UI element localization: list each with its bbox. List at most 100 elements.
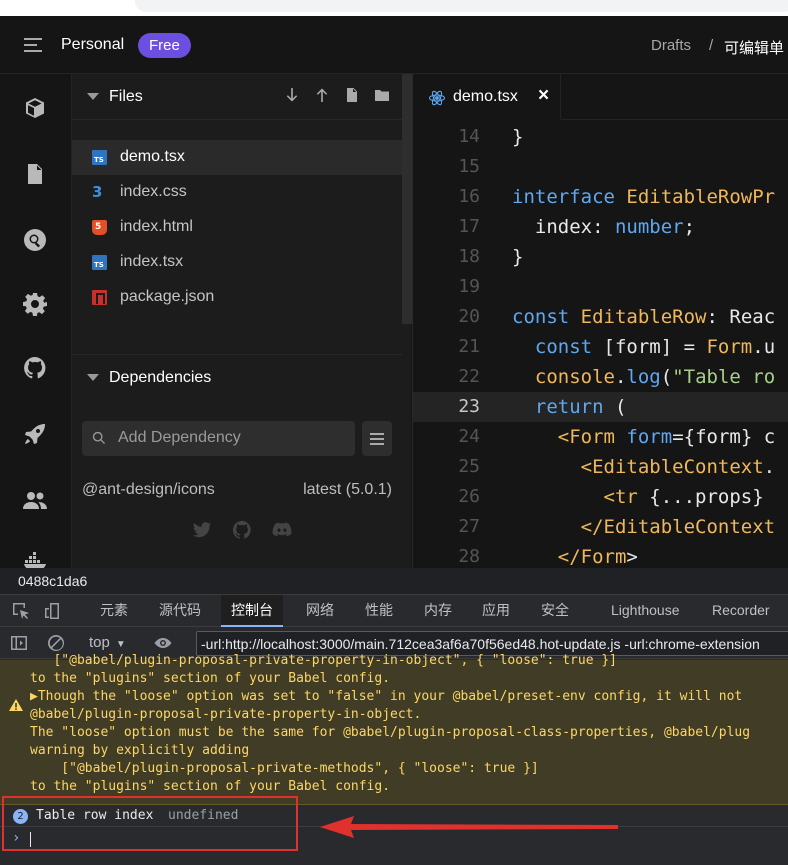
- file-item-index-css[interactable]: 3 index.css: [72, 175, 402, 210]
- code-line[interactable]: 17 index: number;: [413, 212, 788, 242]
- tab-security[interactable]: 安全: [531, 595, 579, 626]
- cube-icon[interactable]: [23, 96, 47, 120]
- eye-icon[interactable]: [154, 634, 172, 652]
- typescript-file-icon: TS: [92, 150, 107, 165]
- device-toolbar-icon[interactable]: [44, 602, 62, 620]
- file-item-demo-tsx[interactable]: TS demo.tsx: [72, 140, 402, 175]
- side-panel-scrollbar[interactable]: [402, 74, 412, 324]
- new-file-icon[interactable]: [344, 87, 360, 103]
- arrow-down-icon[interactable]: [284, 87, 300, 103]
- frame-id-bar: 0488c1da6: [0, 568, 788, 595]
- tab-console[interactable]: 控制台: [221, 595, 283, 627]
- warning-text-line: ["@babel/plugin-proposal-private-propert…: [30, 653, 617, 668]
- browser-chrome-strip: [0, 0, 788, 16]
- context-selector[interactable]: top: [89, 634, 126, 651]
- menu-icon[interactable]: [24, 38, 42, 52]
- dependencies-header[interactable]: Dependencies: [72, 354, 402, 400]
- line-code: <EditableContext.: [580, 456, 776, 478]
- warning-text-line: to the "plugins" section of your Babel c…: [30, 779, 391, 794]
- code-line[interactable]: 27 </EditableContext: [413, 512, 788, 542]
- new-folder-icon[interactable]: [374, 87, 390, 103]
- workspace-name[interactable]: Personal: [61, 36, 124, 54]
- tab-network[interactable]: 网络: [296, 595, 344, 626]
- line-code: }: [512, 246, 524, 268]
- inspect-element-icon[interactable]: [12, 602, 30, 620]
- dependency-version[interactable]: latest (5.0.1): [303, 481, 392, 499]
- code-line[interactable]: 22 console.log("Table ro: [413, 362, 788, 392]
- code-line[interactable]: 24 <Form form={form} c: [413, 422, 788, 452]
- line-number: 16: [458, 186, 480, 207]
- code-line[interactable]: 20 const EditableRow: Reac: [413, 302, 788, 332]
- collapse-deps-icon[interactable]: [87, 374, 99, 381]
- line-number: 18: [458, 246, 480, 267]
- gear-icon[interactable]: [23, 292, 47, 316]
- tab-application[interactable]: 应用: [472, 595, 520, 626]
- collapse-files-icon[interactable]: [87, 93, 99, 100]
- file-list: TS demo.tsx 3 index.css 5 index.html TS …: [72, 140, 402, 315]
- users-icon[interactable]: [23, 488, 47, 512]
- file-icon[interactable]: [23, 162, 47, 186]
- line-number: 23: [458, 396, 480, 417]
- tab-memory[interactable]: 内存: [414, 595, 462, 626]
- add-dependency-input[interactable]: [118, 427, 348, 449]
- tab-lighthouse[interactable]: Lighthouse: [601, 595, 690, 626]
- code-line[interactable]: 28 </Form>: [413, 542, 788, 568]
- code-line[interactable]: 26 <tr {...props}: [413, 482, 788, 512]
- line-number: 25: [458, 456, 480, 477]
- breadcrumb-drafts[interactable]: Drafts: [651, 37, 691, 54]
- file-item-index-tsx[interactable]: TS index.tsx: [72, 245, 402, 280]
- file-name: index.html: [120, 218, 193, 235]
- dependencies-title: Dependencies: [109, 369, 212, 386]
- arrow-up-icon[interactable]: [314, 87, 330, 103]
- discord-icon[interactable]: [272, 520, 292, 540]
- line-code: </EditableContext: [580, 516, 776, 538]
- code-line[interactable]: 15: [413, 152, 788, 182]
- tab-elements[interactable]: 元素: [90, 595, 138, 626]
- breadcrumb-separator: /: [709, 37, 714, 54]
- frame-id: 0488c1da6: [18, 573, 88, 589]
- plan-badge[interactable]: Free: [138, 33, 191, 58]
- rocket-icon[interactable]: [23, 422, 47, 446]
- line-code: console.log("Table ro: [534, 366, 776, 388]
- search-icon: [92, 431, 106, 445]
- sidebar-toggle-icon[interactable]: [10, 634, 28, 652]
- tab-recorder[interactable]: Recorder: [702, 595, 780, 626]
- search-icon[interactable]: [23, 228, 47, 252]
- file-item-index-html[interactable]: 5 index.html: [72, 210, 402, 245]
- warning-text-line[interactable]: ▶Though the "loose" option was set to "f…: [30, 688, 742, 706]
- breadcrumb-current: 可编辑单: [724, 40, 785, 57]
- console-filter-input[interactable]: [201, 634, 788, 653]
- address-bar[interactable]: [135, 0, 788, 12]
- github-icon[interactable]: [232, 520, 252, 540]
- code-line[interactable]: 19: [413, 272, 788, 302]
- files-panel: Files TS demo.tsx 3 index.css 5 index.ht…: [71, 74, 412, 568]
- code-line[interactable]: 14}: [413, 122, 788, 152]
- dependency-menu-button[interactable]: [362, 421, 392, 456]
- code-line[interactable]: 21 const [form] = Form.u: [413, 332, 788, 362]
- files-header[interactable]: Files: [72, 74, 402, 120]
- github-icon[interactable]: [23, 356, 47, 380]
- line-code: return (: [534, 396, 627, 418]
- warning-icon: [9, 699, 23, 711]
- files-title: Files: [109, 88, 143, 105]
- highlight-annotation-box: [2, 796, 298, 851]
- warning-text-line: warning by explicitly adding: [30, 743, 250, 758]
- clear-console-icon[interactable]: [47, 634, 65, 652]
- dependency-item[interactable]: @ant-design/icons latest (5.0.1): [82, 481, 392, 503]
- code-line[interactable]: 18}: [413, 242, 788, 272]
- twitter-icon[interactable]: [192, 520, 212, 540]
- tab-sources[interactable]: 源代码: [149, 595, 211, 626]
- code-line[interactable]: 23 return (: [413, 392, 788, 422]
- file-item-package-json[interactable]: package.json: [72, 280, 402, 315]
- code-line[interactable]: 25 <EditableContext.: [413, 452, 788, 482]
- html-file-icon: 5: [92, 220, 107, 235]
- code-area[interactable]: 14} 15 16 interface EditableRowPr 17 index: …: [413, 122, 788, 568]
- close-icon[interactable]: ×: [538, 85, 549, 107]
- react-icon: [428, 89, 446, 107]
- line-code: <Form form={form} c: [557, 426, 776, 448]
- line-code: <tr {...props}: [603, 486, 764, 508]
- tab-performance[interactable]: 性能: [355, 595, 403, 626]
- tab-demo-tsx[interactable]: demo.tsx ×: [413, 74, 561, 120]
- code-line[interactable]: 16 interface EditableRowPr: [413, 182, 788, 212]
- add-dependency-field[interactable]: [82, 421, 355, 456]
